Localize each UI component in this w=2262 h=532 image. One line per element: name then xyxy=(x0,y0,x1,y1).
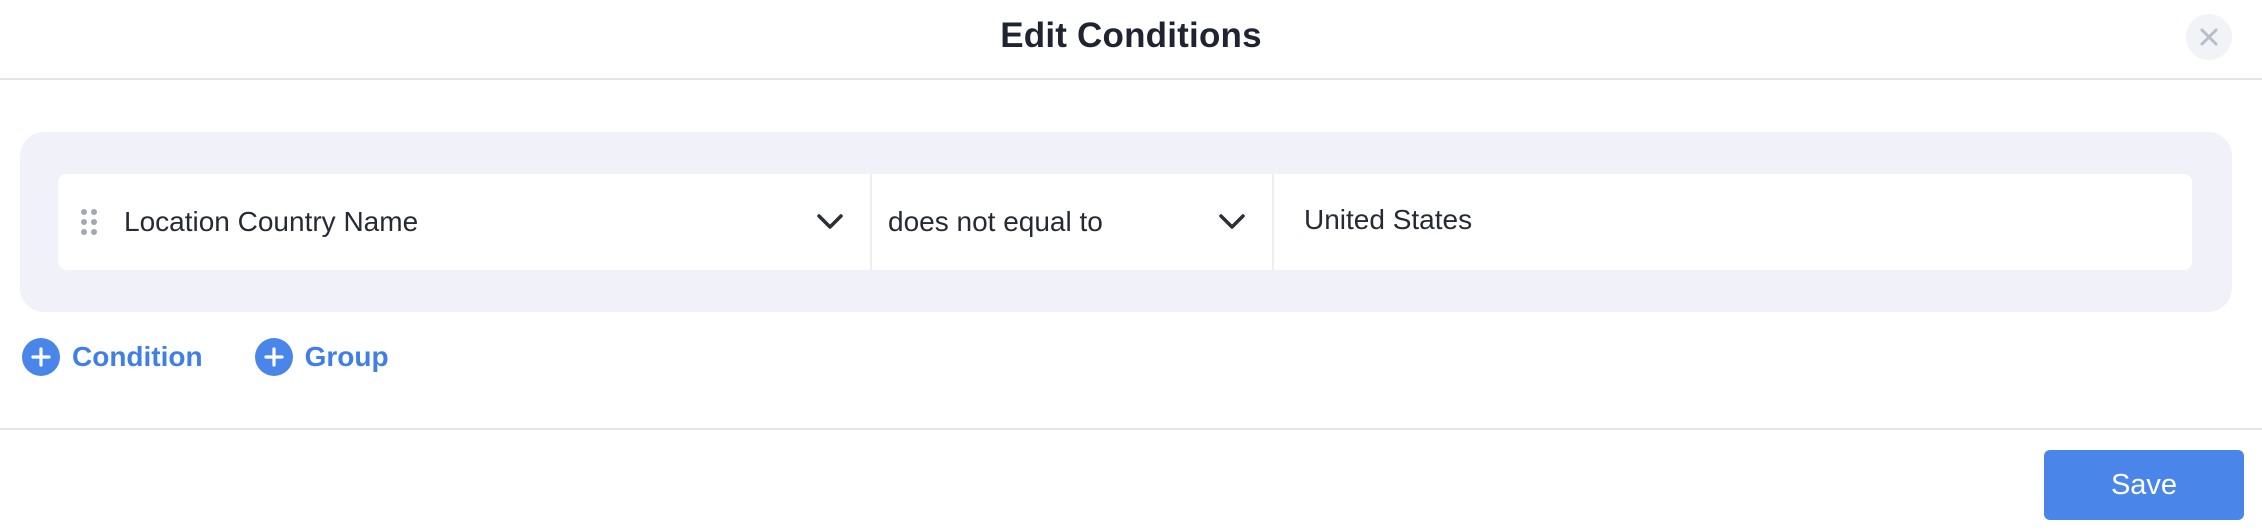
chevron-down-icon xyxy=(817,214,843,229)
footer-divider xyxy=(0,428,2262,430)
add-actions: Condition Group xyxy=(22,338,441,376)
plus-icon xyxy=(254,338,293,376)
operator-select-value: does not equal to xyxy=(888,206,1103,237)
save-button[interactable]: Save xyxy=(2044,450,2244,520)
close-button[interactable] xyxy=(2186,14,2232,60)
drag-handle-icon xyxy=(81,209,97,235)
value-input[interactable] xyxy=(1274,172,2192,268)
dialog-title: Edit Conditions xyxy=(1000,16,1262,55)
plus-icon xyxy=(22,338,60,376)
add-condition-label: Condition xyxy=(72,341,203,372)
add-condition-button[interactable]: Condition xyxy=(22,338,203,376)
conditions-group: Location Country Name does not equal to xyxy=(20,132,2232,312)
field-select[interactable]: Location Country Name xyxy=(114,174,872,270)
operator-select[interactable]: does not equal to xyxy=(872,174,1274,270)
chevron-down-icon xyxy=(1219,214,1245,229)
add-group-label: Group xyxy=(304,341,389,372)
field-select-value: Location Country Name xyxy=(124,206,419,237)
condition-row: Location Country Name does not equal to xyxy=(58,172,2192,270)
add-group-button[interactable]: Group xyxy=(254,338,389,376)
close-icon xyxy=(2200,28,2218,46)
drag-handle[interactable] xyxy=(64,174,114,270)
dialog-header: Edit Conditions xyxy=(0,0,2262,80)
